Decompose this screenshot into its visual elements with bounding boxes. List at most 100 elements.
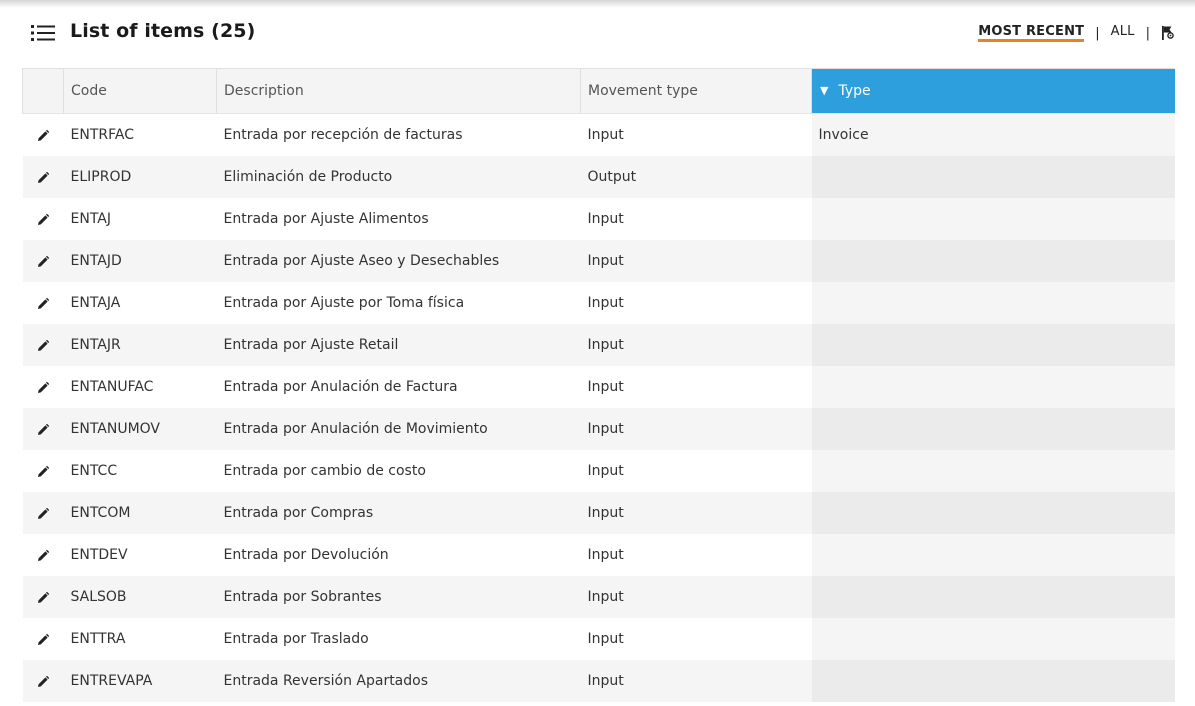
table-row[interactable]: ENTANUFAC Entrada por Anulación de Factu… <box>22 366 1175 408</box>
table-row[interactable]: ENTANUMOV Entrada por Anulación de Movim… <box>22 408 1175 450</box>
cell-code: ENTRFAC <box>63 113 217 156</box>
cell-movement-type: Output <box>580 156 812 198</box>
cell-description: Entrada por Ajuste Alimentos <box>216 198 581 240</box>
sort-descending-icon: ▼ <box>820 84 829 97</box>
cell-type <box>811 660 1175 702</box>
edit-cell <box>22 576 64 618</box>
cell-code: ENTAJR <box>63 324 217 366</box>
column-header-movement-type[interactable]: Movement type <box>580 68 812 114</box>
header: List of items (25) MOST RECENT | ALL | <box>0 0 1195 66</box>
cell-movement-type: Input <box>580 408 812 450</box>
pencil-icon[interactable] <box>37 550 49 562</box>
cell-code: ENTDEV <box>63 534 217 576</box>
edit-cell <box>22 282 64 324</box>
pencil-icon[interactable] <box>37 214 49 226</box>
edit-cell <box>22 240 64 282</box>
cell-type <box>811 450 1175 492</box>
pencil-icon[interactable] <box>37 382 49 394</box>
table-row[interactable]: ENTCOM Entrada por Compras Input <box>22 492 1175 534</box>
cell-movement-type: Input <box>580 492 812 534</box>
page-title: List of items (25) <box>70 20 256 42</box>
cell-movement-type: Input <box>580 240 812 282</box>
cell-movement-type: Input <box>580 618 812 660</box>
pencil-icon[interactable] <box>37 130 49 142</box>
cell-description: Entrada por cambio de costo <box>216 450 581 492</box>
cell-description: Entrada Reversión Apartados <box>216 660 581 702</box>
cell-movement-type: Input <box>580 198 812 240</box>
cell-code: ENTTRA <box>63 618 217 660</box>
edit-cell <box>22 492 64 534</box>
edit-cell <box>22 156 64 198</box>
table-row[interactable]: ENTDEV Entrada por Devolución Input <box>22 534 1175 576</box>
cell-description: Entrada por Ajuste Aseo y Desechables <box>216 240 581 282</box>
edit-cell <box>22 198 64 240</box>
pencil-icon[interactable] <box>37 256 49 268</box>
pencil-icon[interactable] <box>37 424 49 436</box>
cell-description: Entrada por Anulación de Movimiento <box>216 408 581 450</box>
table-row[interactable]: ENTAJA Entrada por Ajuste por Toma físic… <box>22 282 1175 324</box>
nav-separator: | <box>1095 25 1100 41</box>
cell-description: Entrada por Anulación de Factura <box>216 366 581 408</box>
cell-movement-type: Input <box>580 576 812 618</box>
pencil-icon[interactable] <box>37 634 49 646</box>
cell-code: ENTREVAPA <box>63 660 217 702</box>
filter-most-recent[interactable]: MOST RECENT <box>978 24 1085 42</box>
column-header-type[interactable]: ▼ Type <box>811 68 1175 114</box>
table-row[interactable]: ENTAJ Entrada por Ajuste Alimentos Input <box>22 198 1175 240</box>
items-table-container: Code Description Movement type ▼ Type ENT… <box>22 68 1175 702</box>
column-header-type-label: Type <box>838 83 871 99</box>
cell-movement-type: Input <box>580 324 812 366</box>
cell-code: ENTAJA <box>63 282 217 324</box>
cell-type <box>811 618 1175 660</box>
pencil-icon[interactable] <box>37 298 49 310</box>
cell-description: Eliminación de Producto <box>216 156 581 198</box>
cell-movement-type: Input <box>580 660 812 702</box>
cell-code: ENTAJ <box>63 198 217 240</box>
cell-code: ENTCC <box>63 450 217 492</box>
filter-all[interactable]: ALL <box>1111 24 1135 42</box>
cell-type <box>811 534 1175 576</box>
cell-description: Entrada por recepción de facturas <box>216 113 581 156</box>
pencil-icon[interactable] <box>37 172 49 184</box>
pencil-icon[interactable] <box>37 466 49 478</box>
cell-description: Entrada por Devolución <box>216 534 581 576</box>
cell-type <box>811 576 1175 618</box>
table-row[interactable]: ENTAJR Entrada por Ajuste Retail Input <box>22 324 1175 366</box>
edit-cell <box>22 618 64 660</box>
pencil-icon[interactable] <box>37 592 49 604</box>
cell-type <box>811 492 1175 534</box>
flag-settings-icon[interactable] <box>1161 25 1175 41</box>
pencil-icon[interactable] <box>37 676 49 688</box>
cell-code: ELIPROD <box>63 156 217 198</box>
cell-type <box>811 240 1175 282</box>
pencil-icon[interactable] <box>37 508 49 520</box>
cell-type <box>811 198 1175 240</box>
pencil-icon[interactable] <box>37 340 49 352</box>
cell-movement-type: Input <box>580 534 812 576</box>
edit-cell <box>22 450 64 492</box>
edit-cell <box>22 408 64 450</box>
cell-type <box>811 408 1175 450</box>
filter-nav: MOST RECENT | ALL | <box>978 24 1175 42</box>
table-row[interactable]: ENTTRA Entrada por Traslado Input <box>22 618 1175 660</box>
list-icon[interactable] <box>31 24 55 42</box>
table-row[interactable]: ENTREVAPA Entrada Reversión Apartados In… <box>22 660 1175 702</box>
table-row[interactable]: SALSOB Entrada por Sobrantes Input <box>22 576 1175 618</box>
table-row[interactable]: ENTRFAC Entrada por recepción de factura… <box>22 113 1175 156</box>
table-row[interactable]: ENTAJD Entrada por Ajuste Aseo y Desecha… <box>22 240 1175 282</box>
column-header-code[interactable]: Code <box>63 68 217 114</box>
cell-movement-type: Input <box>580 113 812 156</box>
cell-code: SALSOB <box>63 576 217 618</box>
cell-type <box>811 366 1175 408</box>
table-row[interactable]: ENTCC Entrada por cambio de costo Input <box>22 450 1175 492</box>
cell-movement-type: Input <box>580 282 812 324</box>
cell-type <box>811 324 1175 366</box>
items-table: Code Description Movement type ▼ Type ENT… <box>22 68 1175 702</box>
cell-description: Entrada por Compras <box>216 492 581 534</box>
column-header-description[interactable]: Description <box>216 68 581 114</box>
cell-movement-type: Input <box>580 366 812 408</box>
table-row[interactable]: ELIPROD Eliminación de Producto Output <box>22 156 1175 198</box>
edit-cell <box>22 534 64 576</box>
page: List of items (25) MOST RECENT | ALL | C… <box>0 0 1195 706</box>
table-header-row: Code Description Movement type ▼ Type <box>22 68 1175 114</box>
